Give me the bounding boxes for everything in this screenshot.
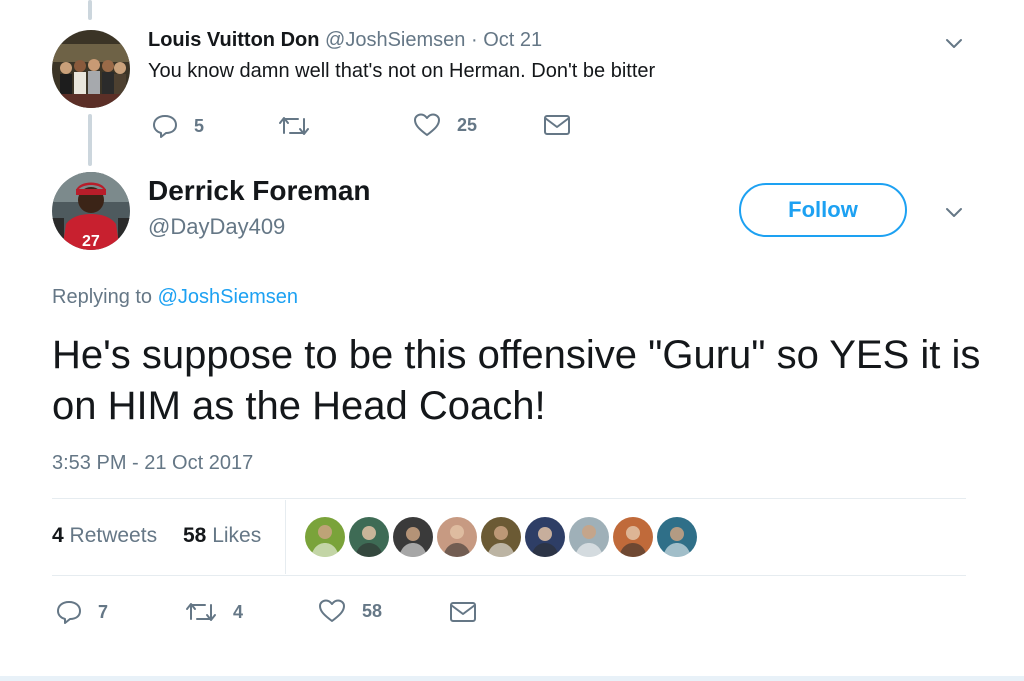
group-avatar xyxy=(481,517,521,557)
landscape-avatar xyxy=(657,517,697,557)
retweets-stat[interactable]: 4 Retweets xyxy=(52,524,157,548)
liker-avatar[interactable] xyxy=(349,517,389,557)
likes-stat-count: 58 xyxy=(183,524,207,547)
follow-button[interactable]: Follow xyxy=(739,183,907,237)
liker-avatar[interactable] xyxy=(525,517,565,557)
sunset-avatar xyxy=(613,517,653,557)
reply-author-row: Louis Vuitton Don @JoshSiemsen · Oct 21 xyxy=(148,29,542,52)
liker-avatar[interactable] xyxy=(305,517,345,557)
main-like-action[interactable]: 58 xyxy=(318,598,382,624)
face-avatar xyxy=(569,517,609,557)
flag-avatar xyxy=(525,517,565,557)
person-avatar xyxy=(393,517,433,557)
face-avatar xyxy=(437,517,477,557)
reply-count: 5 xyxy=(194,115,205,136)
reply-icon xyxy=(152,113,178,139)
main-author-name[interactable]: Derrick Foreman xyxy=(148,175,371,207)
main-dm-action[interactable] xyxy=(449,600,477,624)
main-author-avatar[interactable]: 27 xyxy=(52,172,130,250)
retweet-icon xyxy=(185,599,217,625)
svg-text:27: 27 xyxy=(82,233,100,250)
reply-date[interactable]: Oct 21 xyxy=(483,29,542,51)
stats-vertical-divider xyxy=(285,500,286,574)
like-count: 25 xyxy=(457,114,478,135)
reply-icon xyxy=(56,599,82,625)
envelope-icon xyxy=(449,600,477,624)
football-jersey-avatar: 27 xyxy=(52,172,130,250)
main-reply-count: 7 xyxy=(98,601,109,622)
retweets-stat-label: Retweets xyxy=(69,524,158,547)
retweet-icon xyxy=(278,113,310,139)
reply-author-avatar[interactable] xyxy=(52,30,130,108)
reply-tweet-reply-action[interactable]: 5 xyxy=(152,113,204,139)
reply-tweet-like-action[interactable]: 25 xyxy=(413,112,477,138)
main-like-count: 58 xyxy=(362,600,383,621)
reply-more-chevron-icon[interactable] xyxy=(943,32,965,54)
reply-tweet-retweet-action[interactable] xyxy=(278,113,326,139)
reply-author-handle[interactable]: @JoshSiemsen xyxy=(325,29,465,51)
liker-avatar[interactable] xyxy=(613,517,653,557)
thread-line-top xyxy=(88,0,92,20)
character-avatar xyxy=(349,517,389,557)
envelope-icon xyxy=(543,113,571,137)
liker-avatar[interactable] xyxy=(437,517,477,557)
liker-avatars xyxy=(305,517,697,557)
reply-tweet-dm-action[interactable] xyxy=(543,113,571,137)
liker-avatar[interactable] xyxy=(393,517,433,557)
retweets-stat-count: 4 xyxy=(52,524,64,547)
replying-to-handle-link[interactable]: @JoshSiemsen xyxy=(158,286,298,308)
group-photo-avatar xyxy=(52,30,130,108)
main-more-chevron-icon[interactable] xyxy=(943,201,965,223)
heart-icon xyxy=(318,598,346,624)
liker-avatar[interactable] xyxy=(569,517,609,557)
football-avatar xyxy=(305,517,345,557)
stats-top-divider xyxy=(52,498,966,499)
heart-icon xyxy=(413,112,441,138)
main-retweet-action[interactable]: 4 xyxy=(185,599,243,625)
liker-avatar[interactable] xyxy=(481,517,521,557)
liker-avatar[interactable] xyxy=(657,517,697,557)
likes-stat-label: Likes xyxy=(212,524,262,547)
stats-bottom-divider xyxy=(52,575,966,576)
reply-tweet-text: You know damn well that's not on Herman.… xyxy=(148,60,656,82)
main-author-handle[interactable]: @DayDay409 xyxy=(148,214,285,240)
main-retweet-count: 4 xyxy=(233,601,244,622)
likes-stat[interactable]: 58 Likes xyxy=(183,524,261,548)
main-tweet-text: He's suppose to be this offensive "Guru"… xyxy=(52,333,981,428)
reply-date-separator: · xyxy=(470,29,478,51)
reply-author-name[interactable]: Louis Vuitton Don xyxy=(148,29,319,51)
replying-to: Replying to @JoshSiemsen xyxy=(52,286,298,309)
replying-to-prefix: Replying to xyxy=(52,286,153,308)
thread-line-middle xyxy=(88,114,92,166)
main-reply-action[interactable]: 7 xyxy=(56,599,108,625)
bottom-edge xyxy=(0,676,1024,681)
tweet-timestamp[interactable]: 3:53 PM - 21 Oct 2017 xyxy=(52,452,253,475)
